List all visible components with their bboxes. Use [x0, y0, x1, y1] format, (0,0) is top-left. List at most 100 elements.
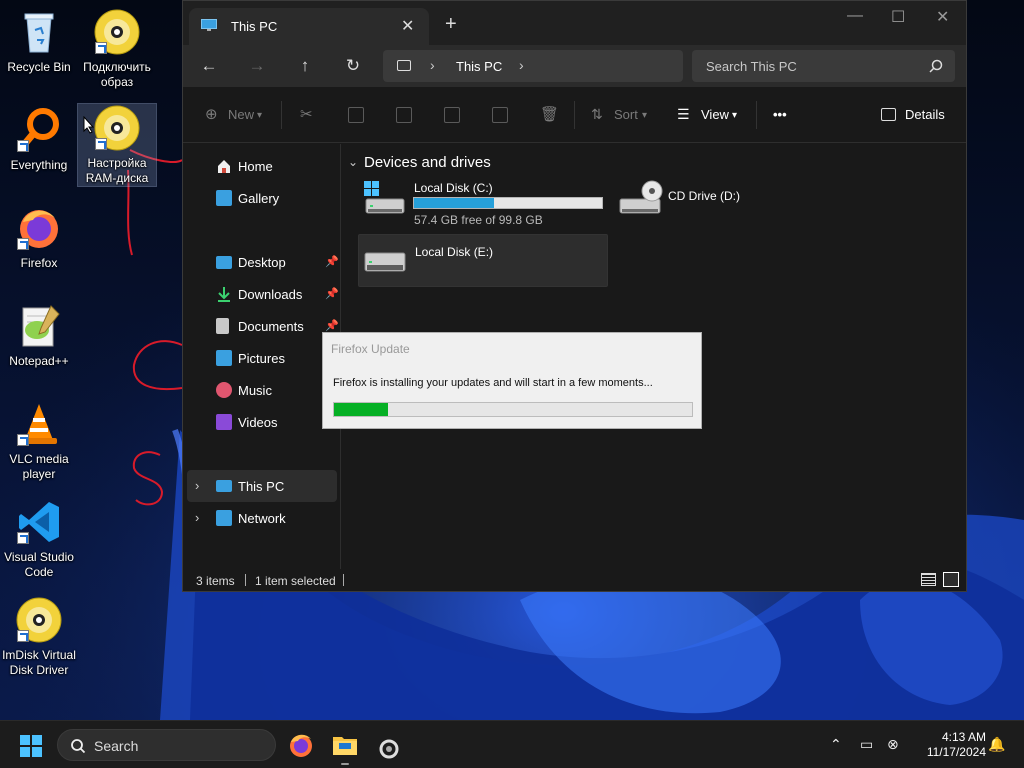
- status-item-count: 3 items: [196, 574, 235, 588]
- this-pc-icon: [397, 60, 411, 71]
- address-bar[interactable]: › This PC ›: [383, 50, 683, 82]
- network-disconnected-icon[interactable]: ⊗: [887, 736, 905, 754]
- back-button[interactable]: ←: [199, 56, 219, 76]
- desktop-icon-vlc[interactable]: VLC media player: [0, 400, 78, 482]
- gallery-icon: [216, 190, 232, 206]
- clock-time: 4:13 AM: [941, 730, 986, 744]
- details-button[interactable]: Details: [905, 107, 945, 122]
- update-progress-bar: [333, 402, 693, 417]
- sidebar-item-documents[interactable]: Documents 📌: [187, 310, 339, 342]
- share-icon[interactable]: [492, 107, 508, 123]
- toolbar-divider: [281, 101, 282, 129]
- disc-icon: [15, 596, 63, 644]
- sidebar-item-gallery[interactable]: Gallery: [187, 182, 337, 214]
- new-tab-button[interactable]: +: [445, 13, 457, 36]
- drive-usage-bar: [413, 197, 603, 209]
- taskbar-file-explorer[interactable]: [331, 731, 359, 765]
- file-explorer-window[interactable]: This PC ✕ + — ☐ ✕ ← → ↑ ↻ › This PC › Se…: [182, 0, 967, 592]
- pin-icon[interactable]: 📌: [325, 287, 339, 300]
- desktop-icon-notepadpp[interactable]: Notepad++: [0, 302, 78, 369]
- large-icons-view-icon[interactable]: [943, 572, 959, 587]
- search-icon: [929, 59, 943, 73]
- taskbar-update-app[interactable]: [375, 731, 403, 759]
- start-button[interactable]: [20, 735, 42, 757]
- folder-icon: [333, 737, 357, 755]
- navigation-bar: ← → ↑ ↻ › This PC › Search This PC: [183, 45, 966, 87]
- desktop-icon: [216, 256, 232, 269]
- sidebar-item-pictures[interactable]: Pictures: [187, 342, 337, 374]
- documents-icon: [216, 318, 229, 334]
- network-icon: [216, 510, 232, 526]
- status-selection: 1 item selected: [255, 574, 336, 588]
- clock-date: 11/17/2024: [926, 745, 986, 759]
- notifications-bell-icon[interactable]: 🔔: [988, 736, 1006, 754]
- monitor-icon: [201, 19, 217, 31]
- firefox-update-dialog[interactable]: Firefox Update Firefox is installing you…: [322, 332, 702, 429]
- breadcrumb-this-pc[interactable]: This PC: [456, 59, 502, 74]
- downloads-icon: [216, 286, 232, 302]
- group-header-devices[interactable]: Devices and drives: [364, 154, 491, 171]
- close-tab-icon[interactable]: ✕: [401, 16, 414, 36]
- drive-cd-d[interactable]: CD Drive (D:): [614, 177, 774, 229]
- new-button[interactable]: New: [228, 107, 254, 122]
- see-more-button[interactable]: •••: [773, 107, 787, 122]
- rename-icon[interactable]: [444, 107, 460, 123]
- sort-button[interactable]: Sort: [614, 107, 638, 122]
- sidebar-item-this-pc[interactable]: › This PC: [187, 470, 337, 502]
- details-view-icon[interactable]: [921, 573, 936, 586]
- chevron-right-icon[interactable]: ›: [519, 57, 524, 73]
- desktop-icon-vscode[interactable]: Visual Studio Code: [0, 498, 78, 580]
- dialog-message: Firefox is installing your updates and w…: [333, 377, 653, 389]
- close-window-button[interactable]: ✕: [936, 7, 949, 27]
- sidebar-item-home[interactable]: Home: [187, 150, 337, 182]
- sidebar-item-downloads[interactable]: Downloads 📌: [187, 278, 339, 310]
- drive-local-disk-e[interactable]: Local Disk (E:): [358, 234, 608, 287]
- tab-this-pc[interactable]: This PC ✕: [189, 8, 429, 45]
- view-button[interactable]: View: [701, 107, 729, 122]
- chevron-down-icon: ▾: [732, 110, 738, 121]
- desktop-icon-recycle-bin[interactable]: Recycle Bin: [0, 8, 78, 75]
- sidebar-item-desktop[interactable]: Desktop 📌: [187, 246, 339, 278]
- sidebar-item-network[interactable]: › Network: [187, 502, 337, 534]
- pin-icon[interactable]: 📌: [325, 319, 339, 332]
- paste-icon[interactable]: [396, 107, 412, 123]
- command-bar: ⊕ New ▾ ✂ 🗑 ⇅ Sort ▾ ☰ View ▾ ••• Detail…: [183, 87, 966, 143]
- shortcut-arrow-icon: [17, 630, 29, 642]
- up-button[interactable]: ↑: [295, 56, 315, 76]
- disc-icon: [93, 8, 141, 56]
- chevron-right-icon[interactable]: ›: [195, 510, 199, 525]
- forward-button[interactable]: →: [247, 56, 267, 76]
- drive-usage-fill: [414, 198, 494, 208]
- cd-drive-icon: [619, 180, 663, 214]
- desktop-icon-everything[interactable]: Everything: [0, 106, 78, 173]
- drive-local-disk-c[interactable]: Local Disk (C:) 57.4 GB free of 99.8 GB: [358, 177, 606, 229]
- delete-icon[interactable]: 🗑: [540, 105, 559, 123]
- chevron-right-icon[interactable]: ›: [195, 478, 199, 493]
- firefox-icon: [290, 734, 312, 757]
- desktop-icon-mount-image[interactable]: Подключить образ: [78, 8, 156, 90]
- maximize-button[interactable]: ☐: [891, 7, 905, 27]
- copy-icon[interactable]: [348, 107, 364, 123]
- show-hidden-icons-chevron-icon[interactable]: ⌃: [830, 736, 848, 754]
- pin-icon[interactable]: 📌: [325, 255, 339, 268]
- this-pc-icon: [216, 480, 232, 492]
- desktop-icon-firefox[interactable]: Firefox: [0, 204, 78, 271]
- sidebar-item-music[interactable]: Music: [187, 374, 337, 406]
- cut-icon[interactable]: ✂: [300, 105, 313, 123]
- search-input[interactable]: Search This PC: [692, 50, 955, 82]
- refresh-button[interactable]: ↻: [343, 56, 363, 76]
- search-placeholder: Search This PC: [706, 59, 797, 74]
- display-icon[interactable]: ▭: [860, 736, 878, 754]
- taskbar-search[interactable]: Search: [57, 729, 276, 761]
- taskbar-clock[interactable]: 4:13 AM 11/17/2024: [916, 730, 986, 760]
- taskbar-firefox[interactable]: [287, 731, 315, 759]
- mouse-cursor-icon: [83, 116, 95, 134]
- shortcut-arrow-icon: [17, 532, 29, 544]
- chevron-right-icon[interactable]: ›: [430, 57, 435, 73]
- minimize-button[interactable]: —: [847, 7, 863, 25]
- desktop-icon-imdisk[interactable]: ImDisk Virtual Disk Driver: [0, 596, 78, 678]
- title-bar[interactable]: This PC ✕ + — ☐ ✕: [183, 1, 966, 45]
- status-divider: [245, 574, 246, 586]
- sidebar-item-videos[interactable]: Videos: [187, 406, 337, 438]
- chevron-down-icon[interactable]: ⌄: [348, 155, 358, 169]
